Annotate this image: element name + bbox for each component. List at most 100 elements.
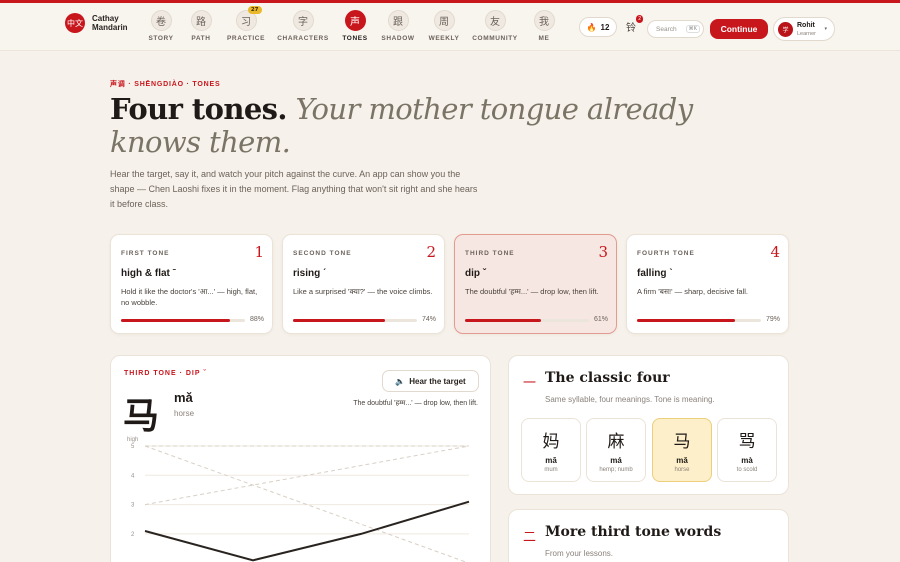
notifications-button[interactable]: 铃 2 (623, 15, 643, 35)
syllable-card[interactable]: 骂 mà to scold (717, 418, 777, 482)
syllable-gloss: to scold (736, 467, 758, 473)
nav-glyph: 周 (439, 17, 449, 28)
syllable-character: 骂 (738, 432, 756, 452)
target-gloss: horse (174, 409, 195, 418)
tone-hint: The doubtful 'हम्म...' — drop low, then … (353, 400, 478, 407)
tone-card-number: 4 (770, 243, 780, 261)
nav-glyph-icon: 路 (190, 10, 212, 31)
section-title: More third tone words (545, 524, 722, 540)
tone-card-label: FOURTH TONE (637, 250, 695, 257)
tone-card-number: 2 (426, 243, 436, 261)
pitch-curve-chart: high 5 4 3 2 (127, 437, 470, 562)
page-intro: Hear the target, say it, and watch your … (110, 169, 478, 209)
nav-label: ME (538, 35, 550, 42)
user-role: Learner (797, 31, 816, 37)
panel-eyebrow: THIRD TONE · DIP ˇ (124, 370, 207, 377)
nav-glyph-icon: 声 (344, 10, 366, 31)
tone-progress-percent: 79% (765, 316, 780, 323)
nav-item-me[interactable]: 我 ME (514, 10, 574, 42)
syllable-card[interactable]: 妈 mā mum (521, 418, 581, 482)
tone-progress-bar (465, 319, 589, 322)
nav-glyph-icon: 周 (433, 10, 455, 31)
streak-count: 12 (600, 22, 610, 32)
syllable-pinyin: mà (741, 456, 753, 465)
tone-card-description: Like a surprised 'क्या?' — the voice cli… (293, 287, 433, 296)
brand-logo-seal: 中文 (65, 13, 85, 33)
nav-label: PRACTICE (226, 35, 266, 42)
top-nav: 中文 Cathay Mandarin 卷 STORY 路 PATH 习 27 PRACTIC… (0, 3, 900, 51)
tone-progress-bar (637, 319, 761, 322)
syllable-character: 马 (673, 432, 691, 452)
target-tone-curve (144, 500, 470, 562)
bell-icon: 铃 (626, 23, 636, 34)
tone-card-number: 1 (254, 243, 264, 261)
streak-counter[interactable]: 🔥 12 (579, 17, 617, 37)
nav-glyph-icon: 跟 (387, 10, 409, 31)
section-subtitle: Same syllable, four meanings. Tone is me… (545, 395, 715, 404)
nav-glyph: 声 (350, 17, 360, 28)
tone-progress-fill (465, 319, 541, 322)
tone-card-label: THIRD TONE (465, 250, 515, 257)
syllable-character: 麻 (607, 432, 625, 452)
tone-card-4[interactable]: FOURTH TONE 4 falling ˋ A firm 'बस!' — shar… (626, 234, 789, 334)
section-number-mark: 一 (523, 376, 537, 391)
tone-card-number: 3 (598, 243, 608, 261)
user-menu[interactable]: 学 Rohit Learner ▾ (773, 17, 835, 41)
notification-count-badge: 2 (636, 15, 643, 23)
target-character: 马 (123, 396, 160, 437)
nav-glyph: 路 (196, 17, 206, 28)
avatar: 学 (778, 22, 793, 37)
tone-card-2[interactable]: SECOND TONE 2 rising ˊ Like a surprised 'क्… (282, 234, 445, 334)
nav-glyph: 卷 (156, 17, 166, 28)
tone-practice-panel: THIRD TONE · DIP ˇ 马 mǎ horse 🔈 Hear the… (110, 355, 491, 562)
speaker-icon: 🔈 (395, 376, 406, 386)
nav-item-practice[interactable]: 习 27 PRACTICE (216, 6, 276, 42)
brand-name-line1: Cathay (92, 14, 119, 23)
brand-name-line2: Mandarin (92, 23, 128, 32)
tone-card-1[interactable]: FIRST TONE 1 high & flat ˉ Hold it like the… (110, 234, 273, 334)
nav-label: CHARACTERS (277, 35, 329, 42)
syllable-card[interactable]: 马 mǎ horse (652, 418, 712, 482)
hear-target-button[interactable]: 🔈 Hear the target (382, 370, 479, 392)
y-tick-label: 3 (131, 503, 135, 509)
syllable-pinyin: má (610, 456, 622, 465)
tone-card-description: The doubtful 'हम्म...' — drop low, then … (465, 287, 599, 296)
tone-progress-percent: 88% (249, 316, 264, 323)
tone-card-3[interactable]: THIRD TONE 3 dip ˇ The doubtful 'हम्म...' —… (454, 234, 617, 334)
syllable-gloss: mum (544, 467, 558, 473)
flame-icon: 🔥 (586, 22, 597, 32)
classic-four-card: 一 The classic four Same syllable, four m… (508, 355, 789, 495)
tone-progress-percent: 74% (421, 316, 436, 323)
page-title-strong: Four tones. (110, 92, 288, 126)
syllable-card[interactable]: 麻 má hemp; numb (586, 418, 646, 482)
brand[interactable]: 中文 Cathay Mandarin (65, 13, 128, 33)
hear-target-label: Hear the target (409, 376, 466, 386)
tone-card-name: high & flat ˉ (121, 268, 176, 279)
tone-card-description: A firm 'बस!' — sharp, decisive fall. (637, 287, 748, 296)
section-title: The classic four (545, 370, 670, 386)
syllable-gloss: horse (674, 467, 690, 473)
nav-glyph: 友 (490, 17, 500, 28)
syllable-pinyin: mā (545, 456, 557, 465)
y-tick-label: 5 (131, 444, 135, 450)
more-third-tone-words-card: 二 More third tone words From your lesson… (508, 509, 789, 562)
y-tick-label: 4 (131, 473, 135, 479)
nav-glyph: 跟 (393, 17, 403, 28)
nav-glyph: 字 (298, 17, 308, 28)
nav-glyph: 我 (539, 17, 549, 28)
nav-glyph-icon: 卷 (150, 10, 172, 31)
y-axis-label: high (127, 437, 138, 443)
brand-name: Cathay Mandarin (92, 14, 128, 32)
nav-glyph: 习 (241, 17, 251, 28)
user-name: Rohit (797, 22, 815, 29)
search-shortcut-hint: ⌘K (685, 25, 700, 33)
continue-button[interactable]: Continue (710, 19, 768, 39)
syllable-pinyin: mǎ (676, 456, 688, 465)
nav-item-characters[interactable]: 字 CHARACTERS (273, 10, 333, 42)
tone-progress-percent: 61% (593, 316, 608, 323)
search-input[interactable]: Search ⌘K (647, 20, 704, 38)
nav-glyph-icon: 友 (484, 10, 506, 31)
nav-glyph-icon: 我 (533, 10, 555, 31)
tone-progress-fill (293, 319, 385, 322)
y-tick-label: 2 (131, 532, 135, 538)
